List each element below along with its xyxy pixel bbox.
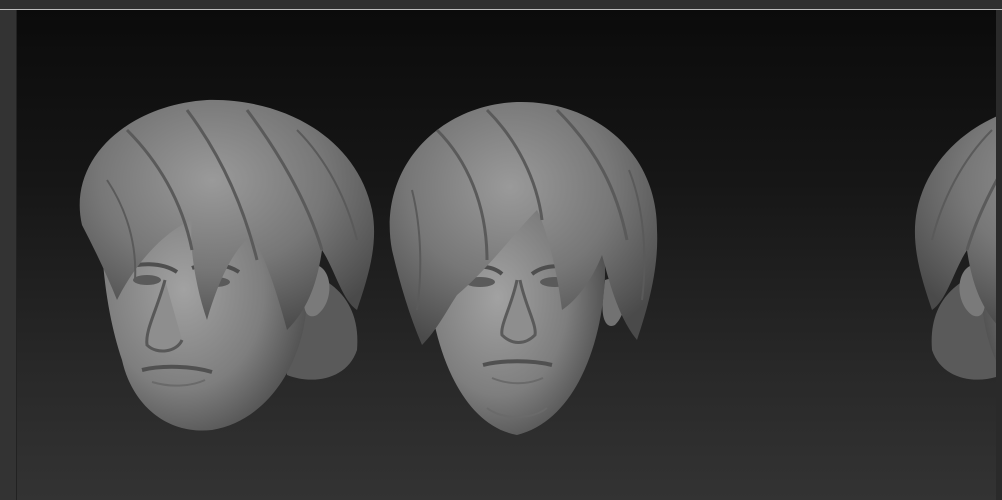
head-sculpt-icon <box>914 116 996 380</box>
3d-viewport-canvas[interactable] <box>17 10 996 500</box>
head-sculpt-icon <box>79 99 375 431</box>
head-sculpt-left-view[interactable] <box>79 99 375 431</box>
head-sculpt-icon <box>389 101 658 435</box>
sculpt-app-window <box>0 0 1002 500</box>
head-sculpt-front-view[interactable] <box>389 101 658 435</box>
top-toolbar-strip[interactable] <box>0 0 1002 10</box>
left-shelf-strip[interactable] <box>0 10 17 500</box>
head-sculpt-right-view[interactable] <box>914 100 996 431</box>
viewport-render <box>79 99 996 435</box>
right-shelf-strip[interactable] <box>996 10 1002 500</box>
